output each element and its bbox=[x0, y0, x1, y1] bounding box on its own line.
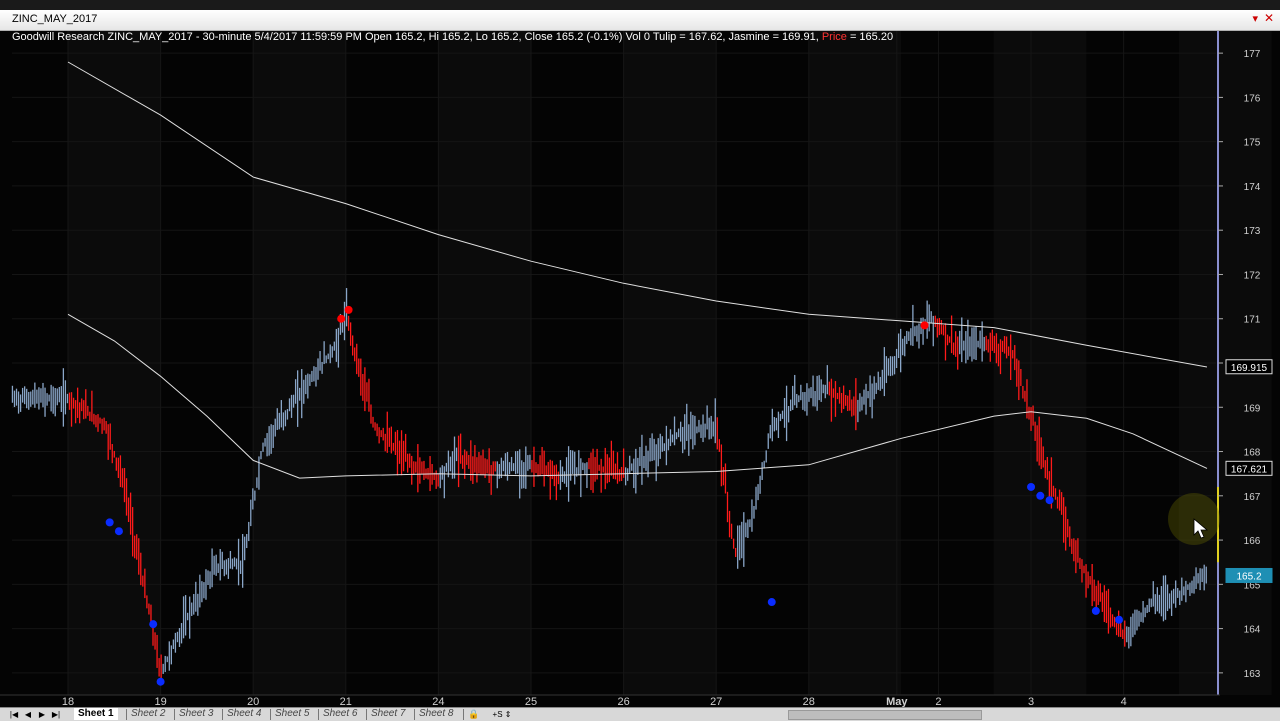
tab-sheet-8[interactable]: Sheet 8 bbox=[419, 708, 453, 720]
tab-separator bbox=[366, 709, 367, 720]
x-tick-label: 21 bbox=[340, 696, 352, 707]
signal-marker-red bbox=[344, 305, 353, 314]
last-sheet-icon[interactable]: ▶| bbox=[50, 709, 62, 720]
signal-marker-blue bbox=[156, 677, 165, 686]
prev-sheet-icon[interactable]: ◀ bbox=[22, 709, 34, 720]
signal-marker-blue bbox=[767, 598, 776, 607]
x-tick-label: 27 bbox=[710, 696, 722, 707]
signal-marker-blue bbox=[149, 620, 158, 629]
signal-marker-blue bbox=[105, 518, 114, 527]
price-chart[interactable]: 1631641651661671681691701711721731741751… bbox=[0, 31, 1280, 707]
price-label-text: 165.2 bbox=[1236, 571, 1261, 582]
tab-separator bbox=[222, 709, 223, 720]
first-sheet-icon[interactable]: |◀ bbox=[8, 709, 20, 720]
tab-sheet-3[interactable]: Sheet 3 bbox=[179, 708, 213, 720]
x-tick-label: 18 bbox=[62, 696, 74, 707]
signal-marker-blue bbox=[114, 527, 123, 536]
price-label: Price bbox=[821, 31, 847, 43]
x-tick-label: 2 bbox=[935, 696, 941, 707]
y-tick-label: 168 bbox=[1244, 448, 1261, 459]
x-tick-label: 4 bbox=[1121, 696, 1127, 707]
tab-sheet-5[interactable]: Sheet 5 bbox=[275, 708, 309, 720]
pin-icon[interactable]: ▾ bbox=[1252, 12, 1258, 25]
info-text: Goodwill Research ZINC_MAY_2017 - 30-min… bbox=[12, 31, 819, 43]
y-tick-label: 174 bbox=[1244, 182, 1261, 193]
tab-separator bbox=[126, 709, 127, 720]
x-tick-label: 25 bbox=[525, 696, 537, 707]
tab-sheet-1[interactable]: Sheet 1 bbox=[74, 708, 118, 720]
price-label-text: 167.621 bbox=[1231, 464, 1268, 475]
sheet-tools-icon[interactable]: +S ⇕ bbox=[482, 709, 522, 720]
tab-separator bbox=[318, 709, 319, 720]
tab-sheet-7[interactable]: Sheet 7 bbox=[371, 708, 405, 720]
window-titlebar: ZINC_MAY_2017 ▾ ✕ bbox=[0, 10, 1280, 31]
tab-sheet-6[interactable]: Sheet 6 bbox=[323, 708, 357, 720]
lock-icon[interactable]: 🔒 bbox=[468, 709, 480, 720]
signal-marker-blue bbox=[1036, 491, 1045, 500]
next-sheet-icon[interactable]: ▶ bbox=[36, 709, 48, 720]
price-value: = 165.20 bbox=[849, 31, 894, 43]
tab-sheet-2[interactable]: Sheet 2 bbox=[131, 708, 165, 720]
y-tick-label: 173 bbox=[1244, 226, 1261, 237]
y-tick-label: 164 bbox=[1244, 625, 1261, 636]
x-tick-label: 19 bbox=[154, 696, 166, 707]
tab-separator bbox=[463, 709, 464, 720]
signal-marker-blue bbox=[1115, 615, 1124, 624]
sheet-tab-bar: |◀ ◀ ▶ ▶| Sheet 1 Sheet 2 Sheet 3 Sheet … bbox=[0, 707, 1280, 721]
x-tick-label: 3 bbox=[1028, 696, 1034, 707]
signal-marker-blue bbox=[1045, 496, 1054, 505]
horizontal-scrollbar-thumb[interactable] bbox=[788, 710, 982, 720]
y-tick-label: 163 bbox=[1244, 669, 1261, 680]
signal-marker-blue bbox=[1027, 482, 1036, 491]
x-tick-label: 26 bbox=[617, 696, 629, 707]
y-tick-label: 177 bbox=[1244, 49, 1261, 60]
y-tick-label: 172 bbox=[1244, 270, 1261, 281]
x-tick-label: 28 bbox=[803, 696, 815, 707]
close-icon[interactable]: ✕ bbox=[1264, 11, 1274, 25]
signal-marker-red bbox=[337, 314, 346, 323]
x-tick-label: 20 bbox=[247, 696, 259, 707]
chart-info-line: Goodwill Research ZINC_MAY_2017 - 30-min… bbox=[12, 31, 893, 43]
chart-canvas[interactable]: 1631641651661671681691701711721731741751… bbox=[0, 31, 1280, 707]
y-tick-label: 166 bbox=[1244, 536, 1261, 547]
y-tick-label: 176 bbox=[1244, 93, 1261, 104]
y-tick-label: 167 bbox=[1244, 492, 1261, 503]
price-label-text: 169.915 bbox=[1231, 363, 1268, 374]
x-tick-label: May bbox=[886, 696, 908, 707]
signal-marker-red bbox=[920, 321, 929, 330]
y-tick-label: 169 bbox=[1244, 403, 1261, 414]
window-title: ZINC_MAY_2017 bbox=[12, 13, 98, 25]
signal-marker-blue bbox=[1091, 606, 1100, 615]
tab-separator bbox=[270, 709, 271, 720]
tab-separator bbox=[174, 709, 175, 720]
y-tick-label: 175 bbox=[1244, 138, 1261, 149]
y-tick-label: 171 bbox=[1244, 315, 1261, 326]
tab-sheet-4[interactable]: Sheet 4 bbox=[227, 708, 261, 720]
x-tick-label: 24 bbox=[432, 696, 444, 707]
tab-separator bbox=[414, 709, 415, 720]
